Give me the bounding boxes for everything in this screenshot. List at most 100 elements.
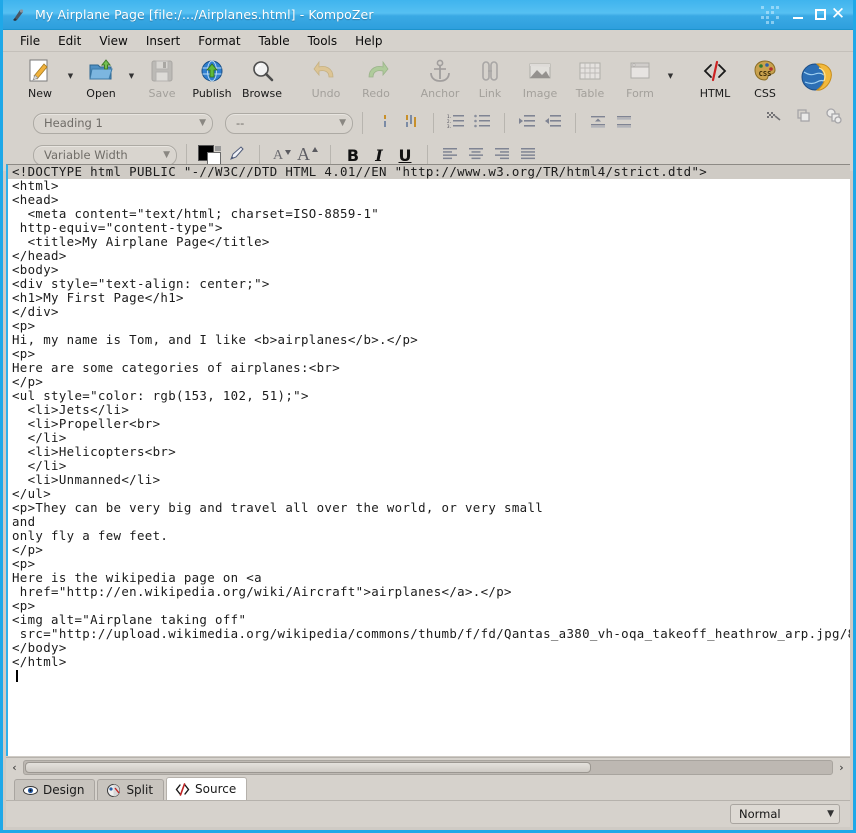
code-line[interactable]: <title>My Airplane Page</title> <box>8 235 850 249</box>
code-line[interactable]: Here is the wikipedia page on <a <box>8 571 850 585</box>
menu-view[interactable]: View <box>90 32 136 50</box>
menu-edit[interactable]: Edit <box>49 32 90 50</box>
code-line[interactable]: http-equiv="content-type"> <box>8 221 850 235</box>
numbered-list-button[interactable]: 1. 2. 3. <box>443 111 469 135</box>
code-line[interactable]: src="http://upload.wikimedia.org/wikiped… <box>8 627 850 641</box>
code-line[interactable]: <p> <box>8 557 850 571</box>
duplicate-shapes-icon[interactable] <box>795 107 813 125</box>
code-line[interactable]: <li>Jets</li> <box>8 403 850 417</box>
scroll-right-arrow-icon[interactable]: › <box>833 759 850 776</box>
svg-text:CSS: CSS <box>759 70 772 78</box>
code-line[interactable]: <p> <box>8 319 850 333</box>
font-face-select[interactable]: Variable Width ▼ <box>33 144 177 166</box>
floppy-save-icon <box>149 56 175 86</box>
scrollbar-track[interactable] <box>23 759 833 775</box>
code-line[interactable]: <h1>My First Page</h1> <box>8 291 850 305</box>
image-button[interactable]: Image <box>515 55 565 100</box>
outdent-button[interactable] <box>540 111 566 135</box>
code-line[interactable]: <p>They can be very big and travel all o… <box>8 501 850 515</box>
menu-format[interactable]: Format <box>189 32 249 50</box>
editor-mode-select[interactable]: Normal ▼ <box>730 804 840 824</box>
menu-insert[interactable]: Insert <box>137 32 189 50</box>
browse-button[interactable]: Browse <box>237 55 287 100</box>
anchor-button[interactable]: Anchor <box>415 55 465 100</box>
main-toolbar: New ▼ Open ▼ Save Publish Browse Undo Re… <box>3 52 853 107</box>
new-button[interactable]: New <box>15 55 65 100</box>
close-button[interactable]: ✕ <box>831 2 853 28</box>
special-char-icon <box>403 113 419 133</box>
code-line[interactable]: <meta content="text/html; charset=ISO-88… <box>8 207 850 221</box>
chevron-down-icon: ▼ <box>199 118 206 128</box>
link-button[interactable]: Link <box>465 55 515 100</box>
tab-source[interactable]: Source <box>166 777 248 800</box>
text-caret-line[interactable] <box>8 669 850 683</box>
code-line[interactable]: <div style="text-align: center;"> <box>8 277 850 291</box>
image-picture-icon <box>527 56 553 86</box>
checkerboard-icon[interactable] <box>765 107 783 125</box>
code-line[interactable]: </p> <box>8 543 850 557</box>
horizontal-scrollbar[interactable]: ‹ › <box>6 757 850 776</box>
code-line[interactable]: href="http://en.wikipedia.org/wiki/Aircr… <box>8 585 850 599</box>
paragraph-format-select[interactable]: Heading 1 ▼ <box>33 112 213 134</box>
code-line[interactable]: <img alt="Airplane taking off" <box>8 613 850 627</box>
source-editor[interactable]: <!DOCTYPE html PUBLIC "-//W3C//DTD HTML … <box>6 164 850 756</box>
redo-button[interactable]: Redo <box>351 55 401 100</box>
class-value: -- <box>236 116 245 130</box>
table-button[interactable]: Table <box>565 55 615 100</box>
code-line[interactable]: <li>Helicopters<br> <box>8 445 850 459</box>
code-line[interactable]: <head> <box>8 193 850 207</box>
code-line[interactable]: Here are some categories of airplanes:<b… <box>8 361 850 375</box>
publish-button[interactable]: Publish <box>187 55 237 100</box>
scrollbar-thumb[interactable] <box>25 761 591 773</box>
code-line[interactable]: <body> <box>8 263 850 277</box>
smiley-button[interactable] <box>372 111 398 135</box>
code-line[interactable]: <html> <box>8 179 850 193</box>
group-shapes-icon[interactable] <box>825 107 843 125</box>
code-line[interactable]: </div> <box>8 305 850 319</box>
indent-button[interactable] <box>514 111 540 135</box>
code-line[interactable]: Hi, my name is Tom, and I like <b>airpla… <box>8 333 850 347</box>
code-line[interactable]: <p> <box>8 599 850 613</box>
tab-design[interactable]: Design <box>14 779 96 800</box>
code-line[interactable]: <p> <box>8 347 850 361</box>
code-line[interactable]: </li> <box>8 431 850 445</box>
class-select[interactable]: -- ▼ <box>225 112 353 134</box>
undo-button[interactable]: Undo <box>301 55 351 100</box>
code-line[interactable]: </li> <box>8 459 850 473</box>
html-button[interactable]: HTML <box>690 55 740 100</box>
special-char-button[interactable] <box>398 111 424 135</box>
scroll-left-arrow-icon[interactable]: ‹ <box>6 759 23 776</box>
maximize-button[interactable] <box>809 2 831 28</box>
minimize-button[interactable] <box>787 2 809 28</box>
tab-split[interactable]: Split <box>97 779 165 800</box>
form-button[interactable]: Form <box>615 55 665 100</box>
code-line[interactable]: <!DOCTYPE html PUBLIC "-//W3C//DTD HTML … <box>8 165 850 179</box>
decrease-line-spacing-button[interactable] <box>585 111 611 135</box>
css-button[interactable]: CSS CSS <box>740 55 790 100</box>
increase-line-spacing-button[interactable] <box>611 111 637 135</box>
form-dropdown-arrow[interactable]: ▼ <box>665 55 676 80</box>
bulleted-list-button[interactable] <box>469 111 495 135</box>
code-line[interactable]: </ul> <box>8 487 850 501</box>
code-line[interactable]: </head> <box>8 249 850 263</box>
code-line[interactable]: </html> <box>8 655 850 669</box>
outdent-icon <box>544 113 562 133</box>
code-line[interactable]: </p> <box>8 375 850 389</box>
code-line[interactable]: and <box>8 515 850 529</box>
code-line[interactable]: only fly a few feet. <box>8 529 850 543</box>
open-dropdown-arrow[interactable]: ▼ <box>126 55 137 80</box>
new-dropdown-arrow[interactable]: ▼ <box>65 55 76 80</box>
code-line[interactable]: </body> <box>8 641 850 655</box>
menu-file[interactable]: File <box>11 32 49 50</box>
save-button[interactable]: Save <box>137 55 187 100</box>
font-smaller-icon: A <box>272 144 292 166</box>
firefox-globe-icon[interactable] <box>795 56 837 98</box>
menu-tools[interactable]: Tools <box>299 32 347 50</box>
code-line[interactable]: <ul style="color: rgb(153, 102, 51);"> <box>8 389 850 403</box>
code-line[interactable]: <li>Unmanned</li> <box>8 473 850 487</box>
source-code-text[interactable]: <!DOCTYPE html PUBLIC "-//W3C//DTD HTML … <box>8 165 850 683</box>
code-line[interactable]: <li>Propeller<br> <box>8 417 850 431</box>
open-button[interactable]: Open <box>76 55 126 100</box>
menu-table[interactable]: Table <box>250 32 299 50</box>
menu-help[interactable]: Help <box>346 32 391 50</box>
